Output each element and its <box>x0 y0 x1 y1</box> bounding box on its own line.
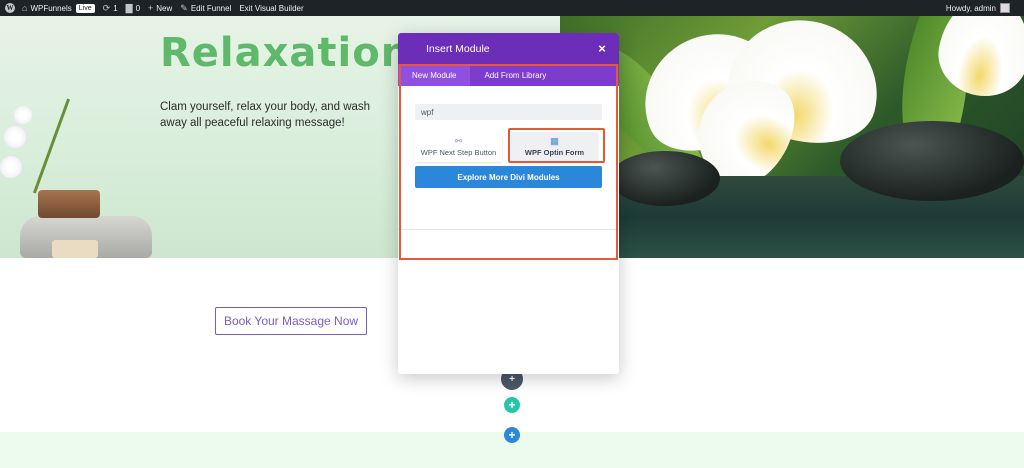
close-icon[interactable]: × <box>595 41 609 56</box>
orchid-flower-image <box>14 106 32 124</box>
live-badge: Live <box>75 3 95 13</box>
orchid-stem <box>32 98 71 194</box>
exit-visual-builder-link[interactable]: Exit Visual Builder <box>235 0 307 16</box>
updates-count: 1 <box>113 3 118 13</box>
plus-icon: + <box>509 373 515 385</box>
howdy-label: Howdy, admin <box>945 3 996 13</box>
edit-funnel-label: Edit Funnel <box>190 3 232 13</box>
link-icon: ⚯ <box>454 136 463 146</box>
candle-image <box>52 240 98 258</box>
divider <box>398 229 619 230</box>
wordpress-logo-icon: W <box>5 3 15 13</box>
wordpress-logo-button[interactable]: W <box>2 0 18 16</box>
tab-new-module[interactable]: New Module <box>398 64 471 86</box>
module-label: WPF Optin Form <box>524 148 585 157</box>
pencil-icon: ✎ <box>180 2 188 13</box>
admin-bar: W ⌂ WPFunnels Live ⟳ 1 ▇ 0 + New ✎ Edit … <box>0 0 1024 16</box>
add-row-button[interactable]: + <box>504 397 520 413</box>
insert-module-modal: Insert Module × New Module Add From Libr… <box>398 33 619 374</box>
spa-stone-image <box>840 121 1024 201</box>
refresh-icon: ⟳ <box>102 2 111 13</box>
add-section-button[interactable]: + <box>504 427 520 443</box>
module-wpf-next-step-button[interactable]: ⚯ WPF Next Step Button <box>415 132 502 162</box>
modal-content-highlight <box>399 64 618 260</box>
orchid-flower-image <box>0 156 22 178</box>
hero-title: Relaxation <box>160 30 411 76</box>
modal-header: Insert Module × <box>398 33 619 64</box>
home-icon: ⌂ <box>22 3 28 13</box>
module-wpf-optin-form[interactable]: ▦ WPF Optin Form <box>511 132 598 162</box>
comments-count: 0 <box>135 3 141 13</box>
orchid-flower-image <box>4 126 26 148</box>
site-name-label: WPFunnels <box>30 3 72 13</box>
site-name-link[interactable]: ⌂ WPFunnels Live <box>18 0 99 16</box>
new-content-link[interactable]: + New <box>144 0 176 16</box>
plus-icon: + <box>148 3 154 13</box>
book-massage-button[interactable]: Book Your Massage Now <box>215 307 367 335</box>
exit-builder-label: Exit Visual Builder <box>239 3 304 13</box>
plus-icon: + <box>508 398 516 412</box>
modal-title: Insert Module <box>426 42 490 55</box>
updates-link[interactable]: ⟳ 1 <box>99 0 122 16</box>
plus-icon: + <box>508 428 516 442</box>
comments-link[interactable]: ▇ 0 <box>122 0 144 16</box>
explore-more-modules-button[interactable]: Explore More Divi Modules <box>415 166 602 188</box>
account-menu[interactable]: Howdy, admin <box>946 3 1024 13</box>
comment-icon: ▇ <box>125 2 133 13</box>
module-label: WPF Next Step Button <box>420 148 497 157</box>
form-icon: ▦ <box>550 136 559 146</box>
modal-tabs: New Module Add From Library <box>398 64 619 86</box>
tab-add-from-library[interactable]: Add From Library <box>470 64 560 86</box>
new-label: New <box>156 3 173 13</box>
edit-funnel-link[interactable]: ✎ Edit Funnel <box>176 0 235 16</box>
avatar <box>1000 3 1010 13</box>
candle-image <box>38 190 100 218</box>
spa-stone-image <box>610 151 720 206</box>
hero-description: Clam yourself, relax your body, and wash… <box>160 101 371 129</box>
module-search-input[interactable] <box>415 104 602 120</box>
